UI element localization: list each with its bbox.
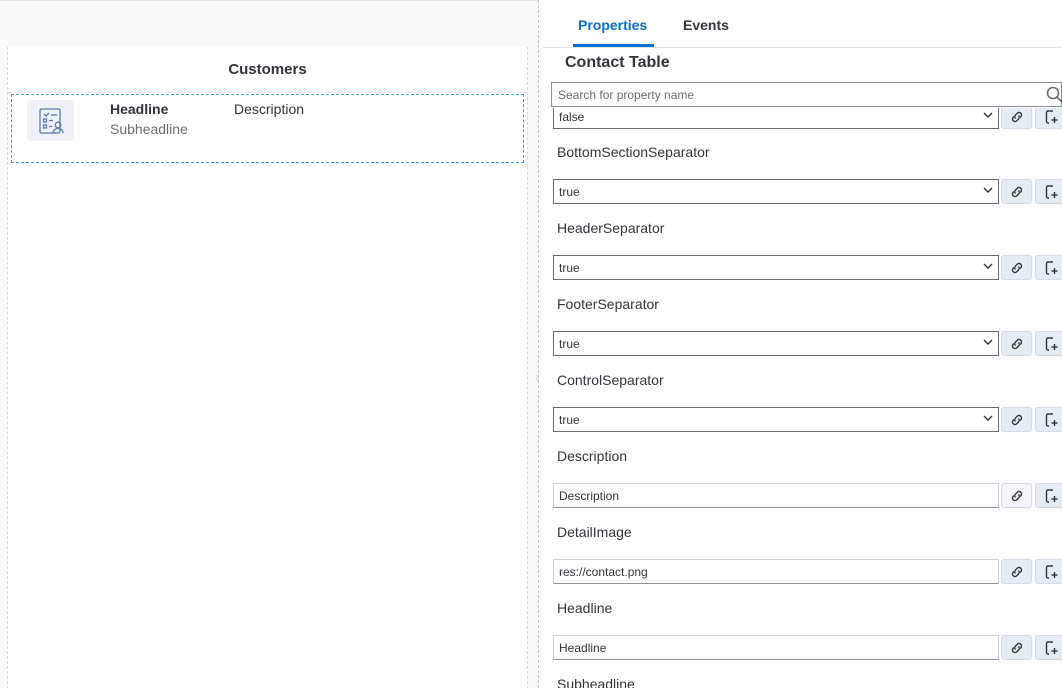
property-select[interactable]: true xyxy=(553,179,999,204)
bind-link-button[interactable] xyxy=(1001,179,1032,204)
link-icon xyxy=(1011,490,1022,501)
property-input[interactable]: Description xyxy=(553,483,999,508)
bind-link-button[interactable] xyxy=(1001,331,1032,356)
section-header: Customers xyxy=(8,47,527,93)
add-document-icon xyxy=(1045,260,1057,275)
create-rule-button[interactable] xyxy=(1035,483,1062,508)
create-rule-button[interactable] xyxy=(1035,331,1062,356)
contact-card-icon xyxy=(27,100,74,141)
input-value: res://contact.png xyxy=(559,564,648,579)
panel-tabs: Properties Events xyxy=(543,0,1062,48)
property-label: Description xyxy=(557,448,628,464)
add-document-icon xyxy=(1045,564,1057,579)
select-value: true xyxy=(559,412,580,427)
link-icon xyxy=(1011,566,1022,577)
bind-link-button[interactable] xyxy=(1001,635,1032,660)
select-value: false xyxy=(559,109,585,124)
link-icon xyxy=(1011,338,1022,349)
property-label: BottomSectionSeparator xyxy=(557,144,710,160)
panel-splitter[interactable] xyxy=(538,0,539,688)
chevron-down-icon xyxy=(983,339,993,345)
create-rule-button[interactable] xyxy=(1035,179,1062,204)
cell-description: Description xyxy=(234,101,305,117)
input-value: Headline xyxy=(559,640,607,655)
add-document-icon xyxy=(1045,109,1057,124)
property-label: DetailImage xyxy=(557,524,632,540)
add-document-icon xyxy=(1045,488,1057,503)
property-input[interactable]: Headline xyxy=(553,635,999,660)
link-icon xyxy=(1011,642,1022,653)
bind-link-button[interactable] xyxy=(1001,407,1032,432)
select-value: true xyxy=(559,336,580,351)
property-label: FooterSeparator xyxy=(557,296,659,312)
select-value: true xyxy=(559,260,580,275)
property-select[interactable]: true xyxy=(553,407,999,432)
link-icon xyxy=(1011,111,1022,122)
chevron-down-icon xyxy=(983,112,993,118)
create-rule-button[interactable] xyxy=(1035,255,1062,280)
property-input[interactable]: res://contact.png xyxy=(553,559,999,584)
property-label: HeaderSeparator xyxy=(557,220,665,236)
property-label: Headline xyxy=(557,600,613,616)
bind-link-button[interactable] xyxy=(1001,559,1032,584)
add-document-icon xyxy=(1045,184,1057,199)
design-canvas: Customers Headline Subheadline Descripti… xyxy=(0,0,538,688)
property-select[interactable]: true xyxy=(553,331,999,356)
select-value: true xyxy=(559,184,580,199)
tab-events[interactable]: Events xyxy=(683,17,729,33)
splitter-grip-icon[interactable]: ⁞ xyxy=(536,374,538,383)
create-rule-button[interactable] xyxy=(1035,559,1062,584)
search-box xyxy=(551,82,1062,107)
link-icon xyxy=(1011,262,1022,273)
add-document-icon xyxy=(1045,412,1057,427)
search-icon[interactable] xyxy=(1045,85,1062,107)
contact-cell[interactable]: Headline Subheadline Description xyxy=(11,94,524,163)
link-icon xyxy=(1011,414,1022,425)
bind-link-button[interactable] xyxy=(1001,108,1032,129)
create-rule-button[interactable] xyxy=(1035,108,1062,129)
cell-headline: Headline xyxy=(110,101,169,117)
bind-link-button[interactable] xyxy=(1001,255,1032,280)
properties-panel: Properties Events Contact Table false xyxy=(543,0,1062,688)
input-value: Description xyxy=(559,488,620,503)
create-rule-button[interactable] xyxy=(1035,407,1062,432)
cell-subheadline: Subheadline xyxy=(110,121,188,137)
chevron-down-icon xyxy=(983,187,993,193)
select-previous[interactable]: false xyxy=(553,108,999,129)
property-label: Subheadline xyxy=(557,676,635,688)
property-label: ControlSeparator xyxy=(557,372,664,388)
chevron-down-icon xyxy=(983,415,993,421)
chevron-down-icon xyxy=(983,263,993,269)
bind-link-button[interactable] xyxy=(1001,483,1032,508)
page-preview: Customers Headline Subheadline Descripti… xyxy=(7,47,528,688)
property-list: false BottomSectionSeparator true Header… xyxy=(543,108,1062,688)
property-select[interactable]: true xyxy=(553,255,999,280)
search-input[interactable] xyxy=(552,83,1061,106)
add-document-icon xyxy=(1045,640,1057,655)
tab-properties[interactable]: Properties xyxy=(578,17,647,33)
link-icon xyxy=(1011,186,1022,197)
active-tab-indicator xyxy=(573,44,654,47)
create-rule-button[interactable] xyxy=(1035,635,1062,660)
add-document-icon xyxy=(1045,336,1057,351)
app-window: Customers Headline Subheadline Descripti… xyxy=(0,0,1062,688)
panel-title: Contact Table xyxy=(565,54,670,71)
